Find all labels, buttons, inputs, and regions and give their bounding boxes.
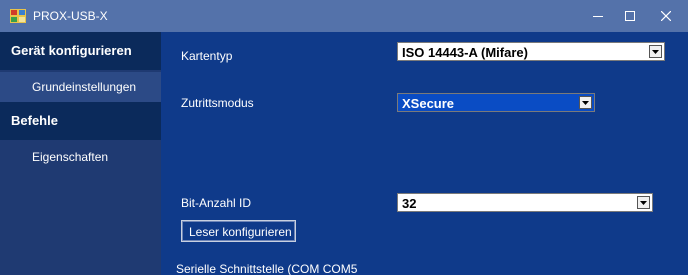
title-bar[interactable]: PROX-USB-X <box>0 0 688 32</box>
access-mode-label: Zutrittsmodus <box>181 96 254 110</box>
close-button[interactable] <box>648 0 684 32</box>
configure-reader-label: Leser konfigurieren <box>189 225 292 239</box>
chevron-down-icon[interactable] <box>637 196 650 209</box>
sidebar-item-properties[interactable]: Eigenschaften <box>0 142 161 172</box>
sidebar-header-label: Befehle <box>11 113 58 128</box>
sidebar: Gerät konfigurieren Grundeinstellungen B… <box>0 32 161 275</box>
app-window: PROX-USB-X Gerät konfigurieren Grundeins… <box>0 0 688 275</box>
sidebar-item-label: Eigenschaften <box>32 150 109 164</box>
status-bar: Serielle Schnittstelle (COM COM5 <box>161 260 688 275</box>
minimize-button[interactable] <box>580 0 616 32</box>
bit-count-label: Bit-Anzahl ID <box>181 196 252 210</box>
minimize-icon <box>593 16 603 17</box>
maximize-button[interactable] <box>612 0 648 32</box>
main-panel: Kartentyp ISO 14443-A (Mifare) Zutrittsm… <box>161 32 688 275</box>
card-type-label: Kartentyp <box>181 49 233 63</box>
configure-reader-button[interactable]: Leser konfigurieren <box>181 220 296 242</box>
access-mode-value: XSecure <box>402 96 455 111</box>
sidebar-header-commands[interactable]: Befehle <box>0 102 161 140</box>
window-body: Gerät konfigurieren Grundeinstellungen B… <box>0 32 688 275</box>
card-type-dropdown[interactable]: ISO 14443-A (Mifare) <box>397 42 665 61</box>
sidebar-header-configure[interactable]: Gerät konfigurieren <box>0 32 161 70</box>
close-icon <box>661 11 671 21</box>
sidebar-header-label: Gerät konfigurieren <box>11 43 132 58</box>
chevron-down-icon[interactable] <box>579 96 592 109</box>
app-icon <box>10 9 26 23</box>
sidebar-item-basic-settings[interactable]: Grundeinstellungen <box>0 72 161 102</box>
status-text: Serielle Schnittstelle (COM COM5 <box>176 262 358 275</box>
bit-count-dropdown[interactable]: 32 <box>397 193 653 212</box>
bit-count-value: 32 <box>402 196 417 211</box>
sidebar-item-label: Grundeinstellungen <box>32 80 137 94</box>
maximize-icon <box>625 11 635 21</box>
access-mode-dropdown[interactable]: XSecure <box>397 93 595 112</box>
chevron-down-icon[interactable] <box>649 45 662 58</box>
card-type-value: ISO 14443-A (Mifare) <box>402 45 528 60</box>
window-title: PROX-USB-X <box>33 9 108 23</box>
